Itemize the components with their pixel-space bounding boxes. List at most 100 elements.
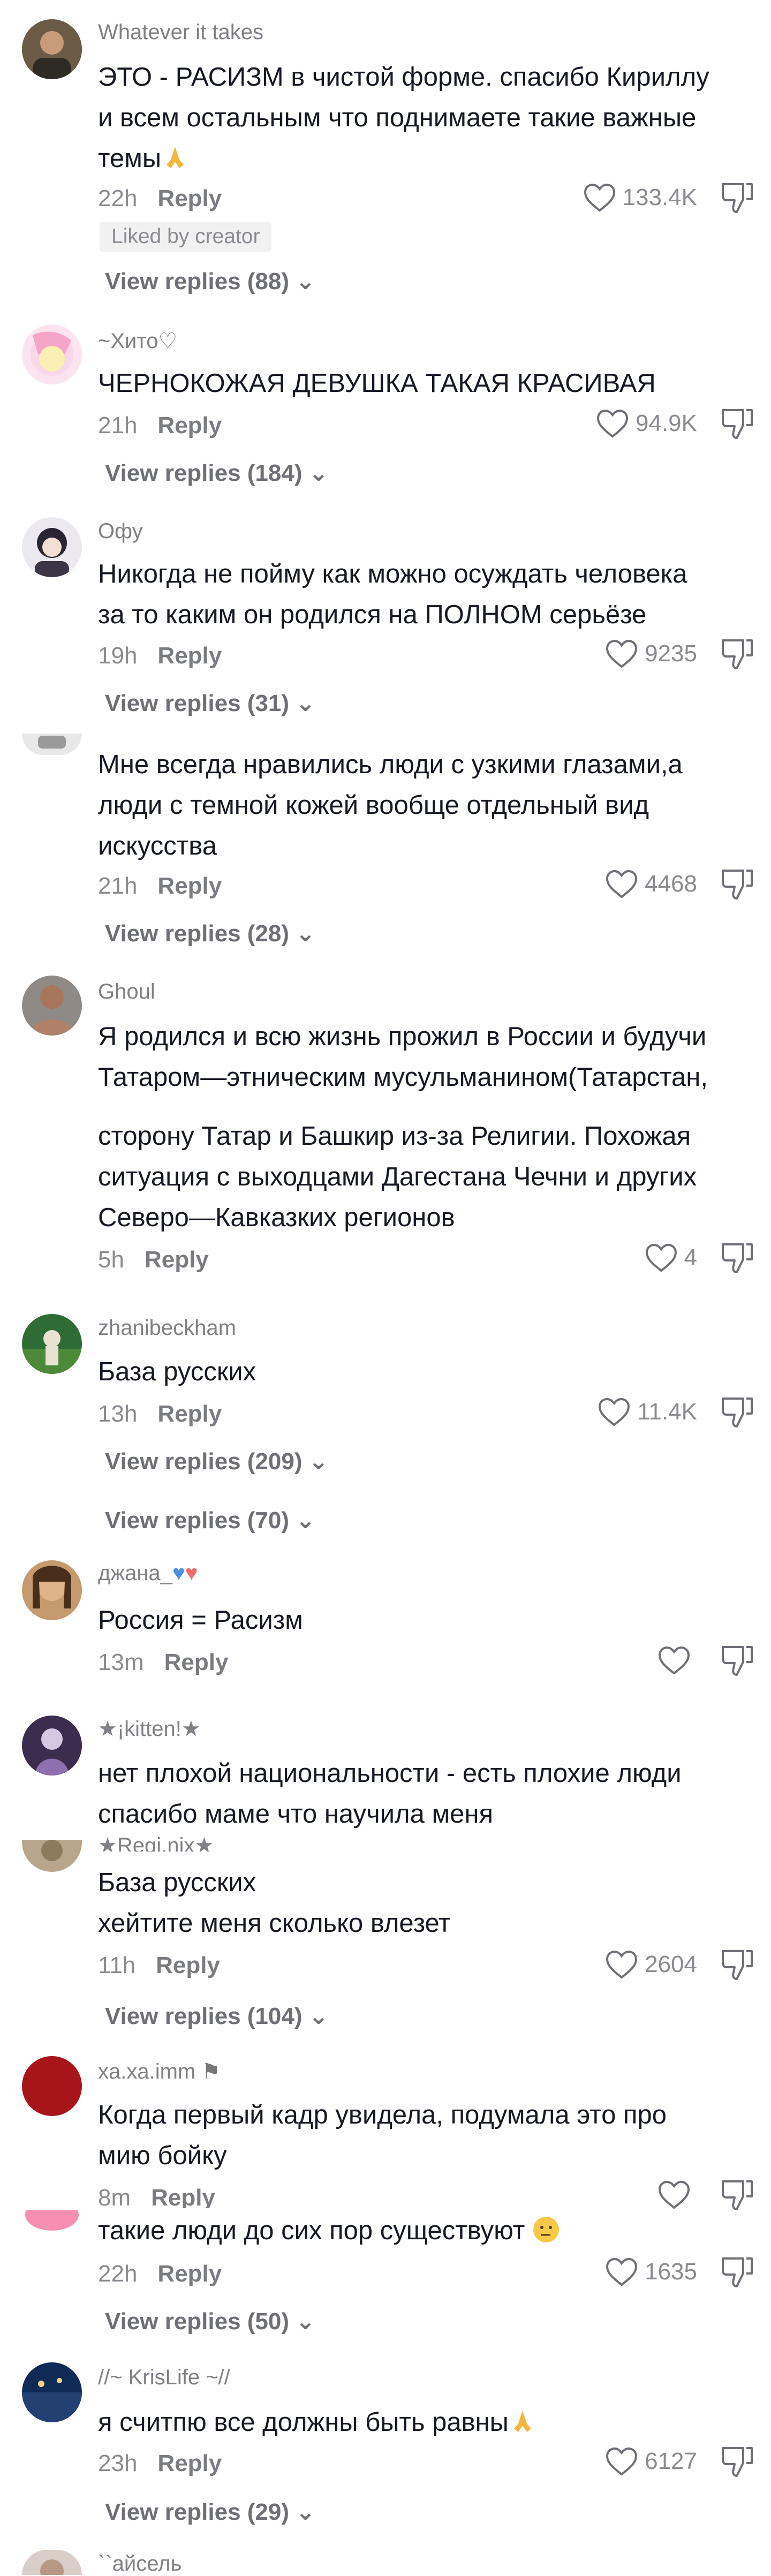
username[interactable]: ★Regi.nix★: [98, 1833, 214, 1852]
view-replies-label: View replies (28): [105, 920, 290, 947]
avatar[interactable]: [22, 517, 82, 577]
chevron-down-icon: ⌄: [296, 920, 315, 947]
chevron-down-icon: ⌄: [296, 268, 315, 294]
reply-button[interactable]: Reply: [151, 2185, 215, 2208]
like-count: 1635: [645, 2258, 697, 2285]
timestamp: 21h: [98, 412, 138, 439]
avatar[interactable]: [22, 324, 82, 384]
dislike-button[interactable]: [719, 1393, 756, 1431]
heart-icon: [658, 2180, 690, 2209]
username[interactable]: //~ KrisLife ~//: [98, 2366, 230, 2390]
like-button[interactable]: 2604: [605, 1946, 697, 1983]
avatar[interactable]: [22, 2362, 82, 2422]
avatar[interactable]: [22, 1560, 82, 1620]
timestamp: 23h: [98, 2450, 138, 2476]
username[interactable]: xa.xa.imm ⚑: [98, 2059, 221, 2084]
thumbs-down-icon: [722, 1950, 753, 1980]
avatar[interactable]: [22, 1314, 82, 1374]
like-button[interactable]: [657, 2176, 697, 2214]
comment-meta: 23h Reply: [98, 2450, 222, 2477]
like-button[interactable]: 11.4K: [598, 1393, 697, 1431]
view-replies-label: View replies (31): [105, 690, 290, 716]
view-replies-button[interactable]: View replies (88) ⌄: [105, 268, 315, 295]
avatar[interactable]: [22, 19, 82, 79]
dislike-button[interactable]: [719, 1946, 756, 1983]
liked-by-creator-badge: Liked by creator: [100, 222, 272, 252]
view-replies-button[interactable]: View replies (184) ⌄: [105, 459, 328, 487]
timestamp: 8m: [98, 2185, 131, 2208]
reply-button[interactable]: Reply: [145, 1247, 209, 1273]
username[interactable]: ``айсель: [98, 2552, 182, 2576]
view-replies-label: View replies (50): [105, 2308, 290, 2335]
dislike-button[interactable]: [719, 405, 756, 442]
avatar[interactable]: [22, 2550, 82, 2575]
reply-button[interactable]: Reply: [164, 1649, 229, 1675]
dislike-button[interactable]: [719, 2176, 756, 2214]
avatar[interactable]: [22, 2210, 82, 2232]
username[interactable]: Ghoul: [98, 980, 155, 1004]
comment-text: Никогда не пойму как можно осуждать чело…: [98, 560, 687, 629]
avatar[interactable]: [22, 1716, 82, 1776]
like-button[interactable]: 133.4K: [583, 179, 697, 216]
heart-icon: [584, 183, 615, 212]
view-replies-label: View replies (209): [105, 1448, 303, 1475]
reply-button[interactable]: Reply: [157, 643, 222, 669]
timestamp: 22h: [98, 185, 138, 211]
reply-button[interactable]: Reply: [156, 1952, 220, 1978]
like-button[interactable]: 94.9K: [596, 405, 697, 442]
dislike-button[interactable]: [719, 2443, 756, 2480]
reply-button[interactable]: Reply: [157, 1401, 222, 1427]
timestamp: 21h: [98, 873, 138, 899]
avatar[interactable]: [22, 1840, 82, 1872]
like-button[interactable]: 4468: [605, 865, 697, 903]
like-button[interactable]: 4: [645, 1239, 697, 1276]
comment-text: такие люди до сих пор существуют: [98, 2210, 757, 2251]
comment-text: я считпю все должны быть равны: [98, 2402, 757, 2443]
view-replies-button[interactable]: View replies (28) ⌄: [105, 920, 315, 947]
avatar[interactable]: [22, 2056, 82, 2116]
view-replies-button[interactable]: View replies (31) ⌄: [105, 690, 315, 717]
username[interactable]: zhanibeckham: [98, 1316, 236, 1340]
view-replies-button[interactable]: View replies (70) ⌄: [105, 1507, 315, 1534]
like-button[interactable]: 6127: [605, 2443, 697, 2480]
view-replies-label: View replies (104): [105, 2003, 303, 2029]
reply-button[interactable]: Reply: [157, 2450, 222, 2476]
username[interactable]: Whatever it takes: [98, 20, 263, 44]
comment-text: База русских хейтите меня сколько влезет: [98, 1868, 451, 1938]
praying-hands-icon: [509, 2406, 536, 2434]
view-replies-button[interactable]: View replies (209) ⌄: [105, 1448, 328, 1475]
comment-text: нет плохой национальности - есть плохие …: [98, 1759, 682, 1829]
view-replies-button[interactable]: View replies (29) ⌄: [105, 2498, 315, 2526]
dislike-button[interactable]: [719, 635, 756, 673]
reply-button[interactable]: Reply: [157, 873, 222, 899]
reply-button[interactable]: Reply: [157, 412, 222, 439]
timestamp: 22h: [98, 2261, 138, 2287]
dislike-button[interactable]: [719, 865, 756, 903]
like-button[interactable]: [657, 1642, 697, 1679]
username-text: джана_: [98, 1561, 172, 1585]
like-count: 2604: [645, 1951, 697, 1977]
dislike-button[interactable]: [719, 1239, 756, 1276]
like-button[interactable]: 1635: [605, 2253, 697, 2291]
avatar[interactable]: [22, 976, 82, 1036]
chevron-down-icon: ⌄: [296, 2499, 315, 2525]
like-count: 133.4K: [622, 184, 697, 210]
username[interactable]: ★¡kitten!★: [98, 1717, 201, 1741]
reply-button[interactable]: Reply: [157, 185, 222, 211]
dislike-button[interactable]: [719, 179, 756, 216]
like-count: 94.9K: [636, 410, 697, 436]
avatar[interactable]: [22, 734, 82, 755]
view-replies-button[interactable]: View replies (50) ⌄: [105, 2308, 315, 2335]
username[interactable]: ~Хито♡: [98, 329, 177, 353]
like-button[interactable]: 9235: [605, 635, 697, 673]
reply-button[interactable]: Reply: [157, 2261, 222, 2287]
username[interactable]: Офу: [98, 519, 143, 543]
username[interactable]: джана_♥♥: [98, 1561, 198, 1585]
dislike-button[interactable]: [719, 2253, 756, 2291]
praying-hands-icon: [161, 142, 189, 170]
view-replies-button[interactable]: View replies (104) ⌄: [105, 2003, 328, 2030]
comment-meta: 21h Reply: [98, 412, 222, 439]
heart-icon: [599, 1397, 630, 1426]
view-replies-label: View replies (184): [105, 459, 303, 486]
dislike-button[interactable]: [719, 1642, 756, 1679]
